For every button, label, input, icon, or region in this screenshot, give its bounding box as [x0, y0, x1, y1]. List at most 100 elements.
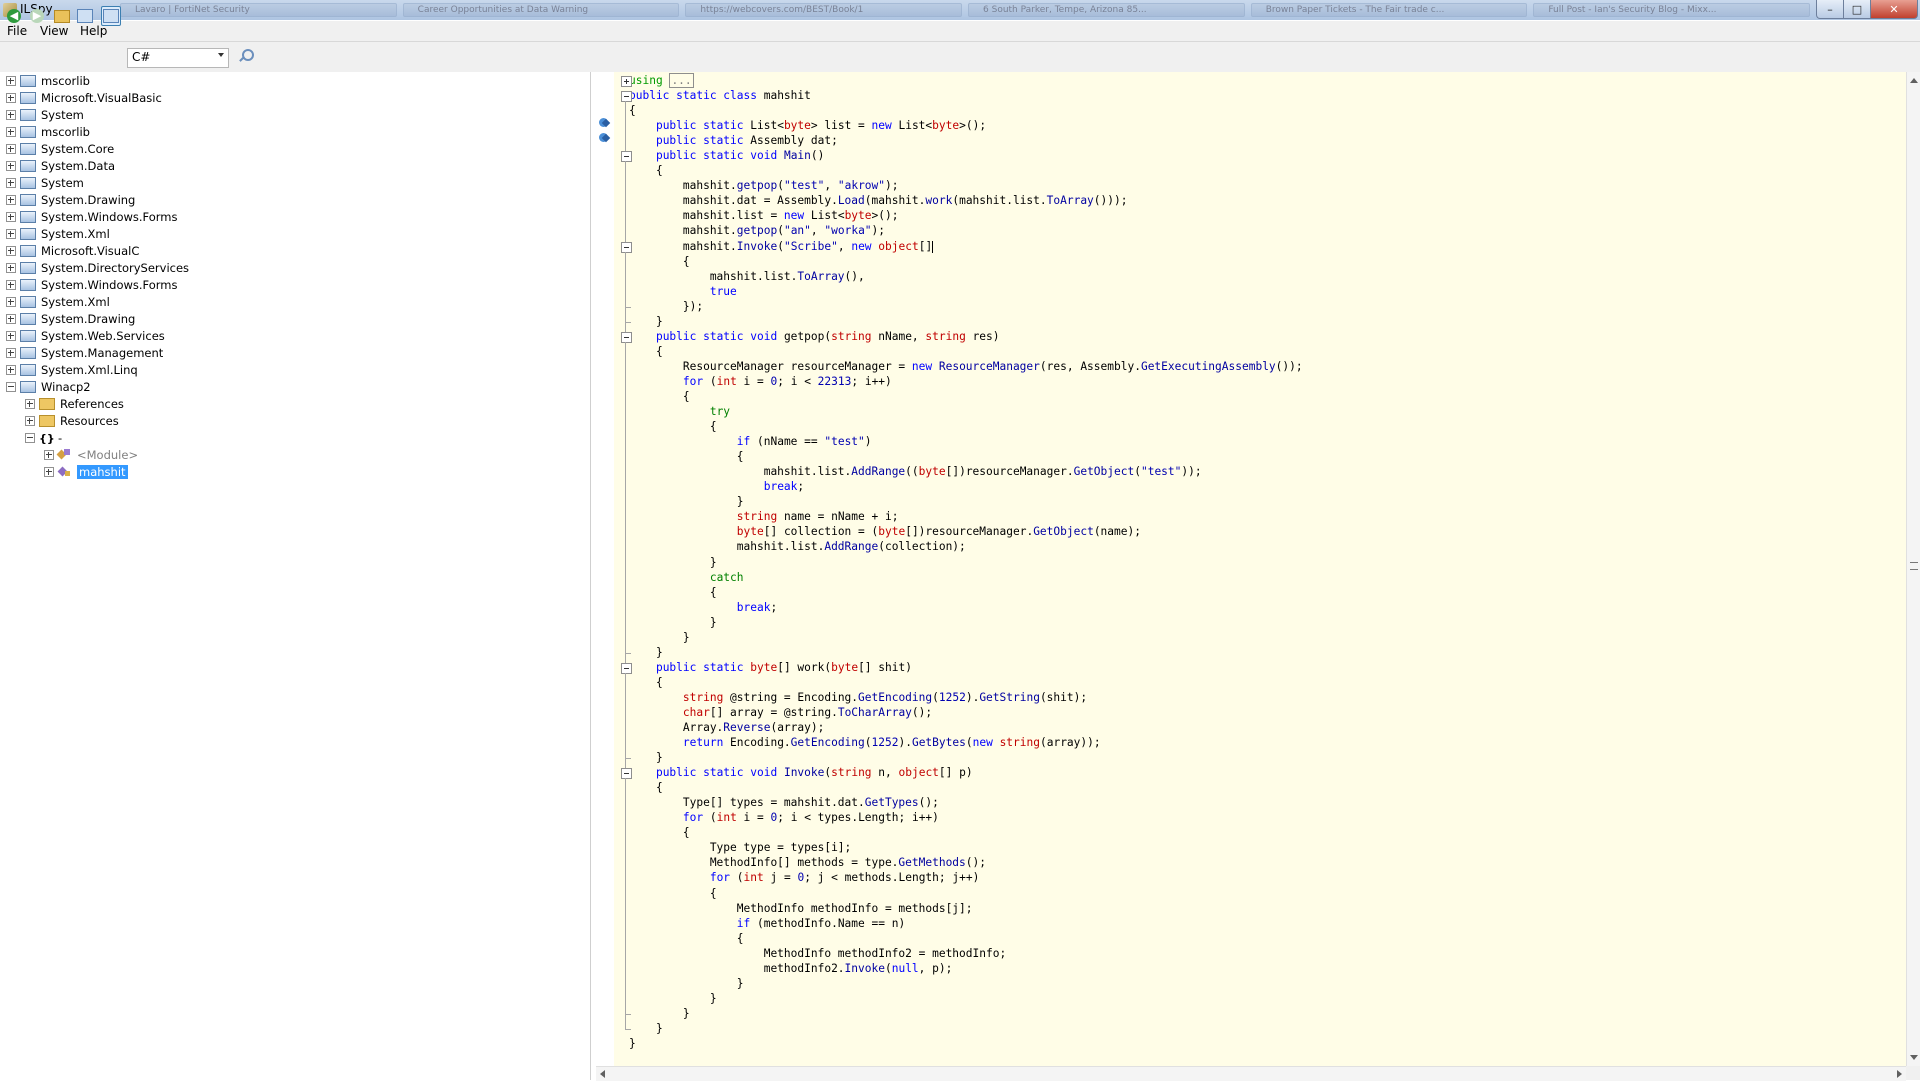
expand-icon[interactable]	[6, 246, 16, 256]
expand-icon[interactable]	[6, 161, 16, 171]
tree-node[interactable]: Microsoft.VisualBasic	[6, 90, 162, 106]
tree-node[interactable]: mscorlib	[6, 124, 90, 140]
tree-node[interactable]: System.Drawing	[6, 311, 135, 327]
assembly-icon	[20, 143, 36, 155]
code-line: if (methodInfo.Name == n)	[629, 916, 1303, 931]
tree-node[interactable]: System.Xml.Linq	[6, 362, 138, 378]
expand-icon[interactable]	[6, 144, 16, 154]
expand-icon[interactable]	[6, 76, 16, 86]
code-token: GetObject	[1073, 465, 1135, 479]
folder-icon	[39, 415, 55, 427]
code-token: []	[918, 239, 933, 253]
fold-collapse-icon[interactable]	[621, 331, 632, 343]
tree-node[interactable]: System	[6, 175, 84, 191]
expand-icon[interactable]	[6, 178, 16, 188]
open-button[interactable]	[53, 7, 71, 25]
expand-icon[interactable]	[6, 195, 16, 205]
fold-collapse-icon[interactable]	[621, 241, 632, 253]
expand-icon[interactable]	[6, 212, 16, 222]
expand-icon[interactable]	[6, 280, 16, 290]
fold-collapse-icon[interactable]	[621, 91, 632, 103]
open-folder-icon	[54, 9, 70, 23]
code-line: Type[] types = mahshit.dat.GetTypes();	[629, 795, 1303, 810]
tree-node[interactable]: System.Windows.Forms	[6, 209, 178, 225]
code-token: }	[629, 991, 717, 1005]
fold-collapse-icon[interactable]	[621, 151, 632, 163]
tree-node[interactable]: <Module>	[44, 447, 138, 463]
tree-node[interactable]: {} -	[25, 430, 62, 446]
tree-node[interactable]: References	[25, 396, 124, 412]
background-tab-6: Full Post - Ian's Security Blog - Mixx..…	[1533, 3, 1811, 17]
tree-node[interactable]: Microsoft.VisualC	[6, 243, 139, 259]
expand-icon[interactable]	[6, 93, 16, 103]
collapsed-usings[interactable]: ...	[669, 73, 694, 88]
expand-icon[interactable]	[44, 450, 54, 460]
code-token: byte	[844, 209, 872, 223]
tree-node[interactable]: System.Xml	[6, 294, 110, 310]
tree-node[interactable]: System.DirectoryServices	[6, 260, 189, 276]
tree-node[interactable]: System	[6, 107, 84, 123]
code-token: }	[629, 314, 663, 328]
menu-file[interactable]: File	[7, 24, 27, 38]
tree-node[interactable]: System.Data	[6, 158, 115, 174]
collapse-icon[interactable]	[6, 382, 16, 392]
expand-icon[interactable]	[6, 263, 16, 273]
menu-view[interactable]: View	[40, 24, 68, 38]
language-dropdown[interactable]: C#	[127, 48, 229, 68]
expand-icon[interactable]	[6, 314, 16, 324]
fold-collapse-icon[interactable]	[621, 768, 632, 780]
close-button[interactable]: ✕	[1870, 0, 1918, 19]
expand-icon[interactable]	[6, 365, 16, 375]
expand-icon[interactable]	[6, 229, 16, 239]
code-token: [])resourceManager.	[905, 525, 1034, 539]
collapse-icon[interactable]	[25, 433, 35, 443]
expand-icon[interactable]	[6, 331, 16, 341]
expand-icon[interactable]	[6, 110, 16, 120]
maximize-button[interactable]: □	[1843, 0, 1871, 19]
back-button[interactable]: ◀	[5, 7, 23, 25]
tree-node[interactable]: System.Core	[6, 141, 114, 157]
show-internal-toggle[interactable]	[101, 6, 121, 26]
scroll-up-icon[interactable]	[1910, 78, 1918, 83]
expand-icon[interactable]	[6, 297, 16, 307]
horizontal-scrollbar[interactable]	[596, 1066, 1906, 1081]
icon-margin	[596, 72, 615, 1066]
scroll-left-icon[interactable]	[600, 1070, 605, 1078]
code-line: public static void Invoke(string n, obje…	[629, 765, 1303, 780]
menu-help[interactable]: Help	[80, 24, 107, 38]
code-token: (nName ==	[750, 435, 825, 449]
code-token: {	[629, 254, 690, 268]
scroll-grip[interactable]	[1910, 562, 1918, 570]
expand-icon[interactable]	[44, 467, 54, 477]
tree-node[interactable]: System.Drawing	[6, 192, 135, 208]
code-token: (	[730, 871, 744, 885]
scroll-down-icon[interactable]	[1910, 1055, 1918, 1060]
expand-icon[interactable]	[25, 416, 35, 426]
reload-button[interactable]	[76, 7, 94, 25]
tree-node[interactable]: mahshit	[44, 464, 128, 480]
expand-icon[interactable]	[25, 399, 35, 409]
fold-expand-icon[interactable]	[621, 76, 632, 87]
assembly-tree[interactable]: mscorlib Microsoft.VisualBasic System mscor…	[0, 72, 591, 1080]
code-line: return Encoding.GetEncoding(1252).GetByt…	[629, 735, 1303, 750]
tree-node[interactable]: mscorlib	[6, 73, 90, 89]
code-token: Type type = types[i];	[629, 841, 852, 855]
tree-node[interactable]: System.Web.Services	[6, 328, 165, 344]
tree-node[interactable]: Winacp2	[6, 379, 91, 395]
scroll-right-icon[interactable]	[1897, 1070, 1902, 1078]
tree-node[interactable]: System.Windows.Forms	[6, 277, 178, 293]
expand-icon[interactable]	[6, 127, 16, 137]
expand-icon[interactable]	[6, 348, 16, 358]
tree-node-label: System.Web.Services	[41, 329, 165, 343]
search-icon[interactable]	[238, 49, 254, 63]
forward-button[interactable]: ▶	[28, 7, 46, 25]
minimize-button[interactable]: –	[1816, 0, 1844, 19]
code-token: (),	[844, 269, 865, 283]
tree-node[interactable]: System.Xml	[6, 226, 110, 242]
vertical-scrollbar[interactable]	[1906, 72, 1920, 1066]
fold-collapse-icon[interactable]	[621, 662, 632, 674]
tree-node[interactable]: Resources	[25, 413, 119, 429]
assembly-icon	[20, 126, 36, 138]
tree-node[interactable]: System.Management	[6, 345, 163, 361]
